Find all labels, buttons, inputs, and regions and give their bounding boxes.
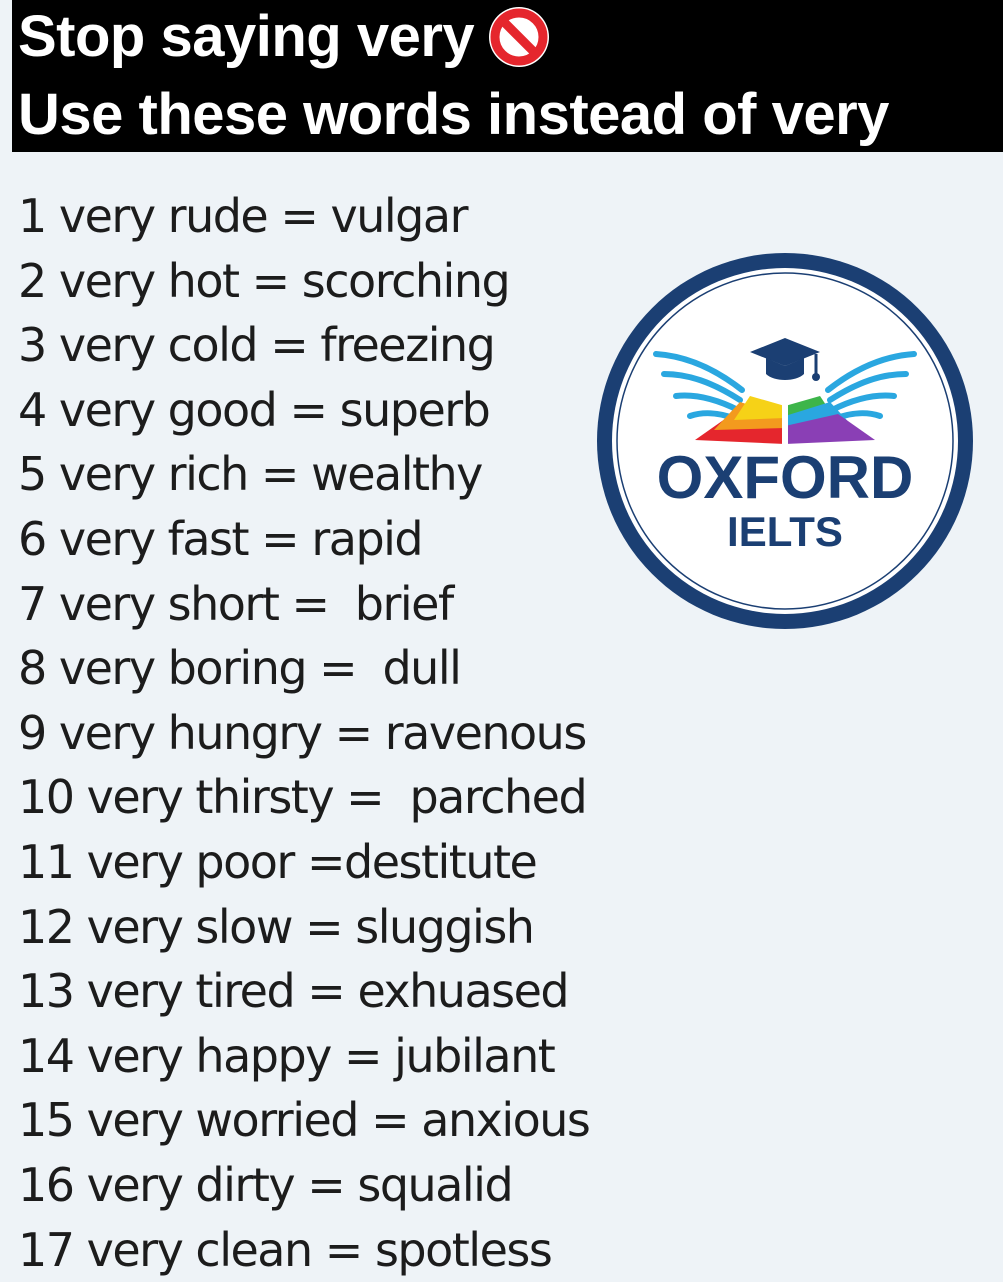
list-item: 5 very rich = wealthy bbox=[18, 442, 589, 507]
list-item: 9 very hungry = ravenous bbox=[18, 701, 589, 766]
list-item: 11 very poor =destitute bbox=[18, 830, 589, 895]
logo-subtitle: IELTS bbox=[727, 508, 843, 555]
list-item: 3 very cold = freezing bbox=[18, 313, 589, 378]
prohibited-icon bbox=[486, 4, 552, 70]
list-item: 16 very dirty = squalid bbox=[18, 1153, 589, 1218]
list-item: 8 very boring = dull bbox=[18, 636, 589, 701]
header-title: Stop saying very bbox=[18, 2, 552, 72]
list-item: 13 very tired = exhuased bbox=[18, 959, 589, 1024]
header-subtitle: Use these words instead of very bbox=[18, 80, 889, 150]
list-item: 2 very hot = scorching bbox=[18, 249, 589, 314]
list-item: 10 very thirsty = parched bbox=[18, 765, 589, 830]
word-list: 1 very rude = vulgar 2 very hot = scorch… bbox=[18, 184, 589, 1282]
list-item: 1 very rude = vulgar bbox=[18, 184, 589, 249]
list-item: 7 very short = brief bbox=[18, 572, 589, 637]
oxford-ielts-logo: OXFORD IELTS bbox=[594, 250, 976, 632]
header-title-text: Stop saying very bbox=[18, 2, 474, 72]
logo-brand: OXFORD bbox=[657, 444, 914, 511]
list-item: 12 very slow = sluggish bbox=[18, 895, 589, 960]
list-item: 15 very worried = anxious bbox=[18, 1088, 589, 1153]
list-item: 4 very good = superb bbox=[18, 378, 589, 443]
list-item: 14 very happy = jubilant bbox=[18, 1024, 589, 1089]
list-item: 6 very fast = rapid bbox=[18, 507, 589, 572]
header-banner: Stop saying very Use these words instead… bbox=[12, 0, 1003, 152]
list-item: 17 very clean = spotless bbox=[18, 1218, 589, 1282]
